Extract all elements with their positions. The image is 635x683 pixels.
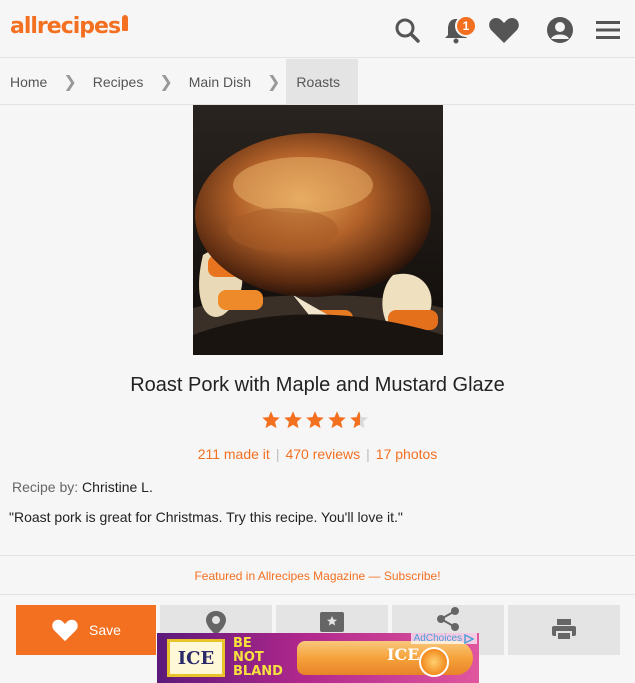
heart-icon: [52, 619, 78, 642]
author-link[interactable]: Christine L.: [82, 479, 153, 495]
site-header: allrecipes 1: [0, 0, 635, 58]
heart-icon[interactable]: [488, 14, 520, 46]
divider: |: [275, 446, 280, 462]
breadcrumb-label: Roasts: [296, 73, 340, 90]
notification-badge: 1: [455, 15, 477, 37]
photos-link[interactable]: 17 photos: [376, 446, 438, 462]
chevron-right-icon: ❯: [63, 73, 77, 91]
breadcrumb-recipes[interactable]: Recipes: [83, 59, 154, 105]
advertisement-banner[interactable]: ICE BE NOT BLAND ICE AdChoices: [157, 633, 479, 683]
star-rating[interactable]: [261, 410, 369, 430]
breadcrumb-label: Home: [10, 73, 48, 90]
star-icon: [328, 411, 346, 429]
ad-brand-logo: ICE: [167, 639, 225, 677]
chevron-right-icon: ❯: [267, 73, 281, 91]
star-icon: [306, 411, 324, 429]
chevron-right-icon: ❯: [159, 73, 173, 91]
star-icon: [262, 411, 280, 429]
star-icon: [284, 411, 302, 429]
half-star-icon: [350, 411, 368, 429]
save-button[interactable]: Save: [16, 605, 156, 655]
breadcrumb-roasts[interactable]: Roasts: [286, 58, 358, 105]
magazine-subscribe-link[interactable]: Featured in Allrecipes Magazine — Subscr…: [0, 555, 635, 595]
ad-orange-image: [419, 647, 449, 677]
ad-slogan: BE NOT BLAND: [233, 636, 283, 679]
breadcrumb-main-dish[interactable]: Main Dish: [179, 59, 261, 105]
recipe-stats: 211 made it | 470 reviews | 17 photos: [0, 446, 635, 462]
reviews-link[interactable]: 470 reviews: [285, 446, 360, 462]
recipe-by-label: Recipe by:: [12, 479, 79, 495]
breadcrumb-label: Main Dish: [188, 73, 252, 90]
adchoices-icon: [464, 633, 474, 644]
recipe-photo[interactable]: [193, 105, 443, 355]
print-button[interactable]: [508, 605, 620, 655]
share-icon: [437, 607, 459, 631]
divider: |: [366, 446, 370, 462]
made-it-count[interactable]: 211 made it: [198, 446, 270, 462]
menu-icon[interactable]: [592, 14, 624, 46]
recipe-by: Recipe by: Christine L.: [12, 479, 153, 495]
ad-bottle-label: ICE: [387, 645, 420, 664]
search-icon[interactable]: [391, 14, 423, 46]
spoon-icon: [122, 15, 129, 31]
adchoices-link[interactable]: AdChoices: [410, 633, 477, 644]
breadcrumb-home[interactable]: Home: [0, 59, 57, 105]
rate-icon: [320, 612, 344, 632]
recipe-description: "Roast pork is great for Christmas. Try …: [9, 509, 403, 525]
user-icon[interactable]: [544, 14, 576, 46]
save-label: Save: [89, 622, 121, 638]
breadcrumb-label: Recipes: [92, 73, 144, 90]
logo[interactable]: allrecipes: [10, 14, 129, 39]
print-icon: [552, 619, 576, 641]
breadcrumb: Home ❯ Recipes ❯ Main Dish ❯ Roasts: [0, 58, 635, 105]
recipe-title: Roast Pork with Maple and Mustard Glaze: [130, 374, 505, 396]
